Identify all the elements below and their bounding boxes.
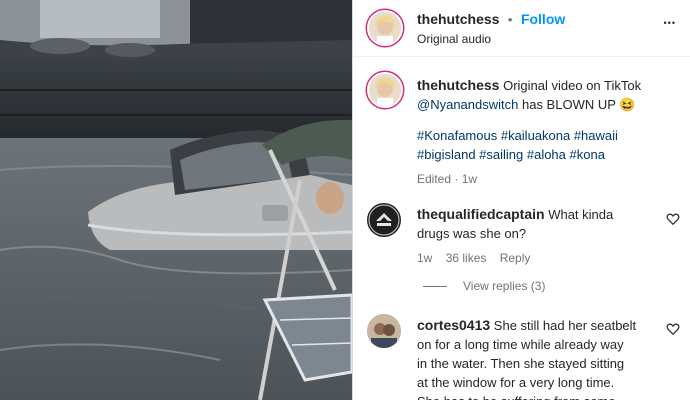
- hashtags-line-2[interactable]: #bigisland #sailing #aloha #kona: [417, 145, 685, 164]
- post-sidebar: thehutchess • Follow Original audio ••• …: [352, 0, 690, 400]
- captain-badge-icon: [368, 204, 400, 236]
- caption-text-1: Original video on TikTok: [503, 78, 642, 93]
- flooded-car-scene: [0, 0, 352, 400]
- header-separator: •: [507, 12, 513, 27]
- post-header: thehutchess • Follow Original audio •••: [353, 0, 690, 57]
- comment-text: What kinda: [548, 207, 614, 222]
- view-replies-button[interactable]: View replies (3): [463, 279, 545, 293]
- avatar-image: [367, 314, 401, 348]
- author-avatar[interactable]: [367, 10, 403, 46]
- hashtags-line-1[interactable]: #Konafamous #kailuakona #hawaii: [417, 126, 685, 145]
- caption: thehutchess Original video on TikTok @Ny…: [417, 76, 685, 189]
- commenter-avatar[interactable]: [367, 203, 401, 237]
- heart-icon[interactable]: [666, 212, 680, 226]
- comment-time: 1w: [417, 251, 433, 265]
- caption-text-2: has BLOWN UP 😆: [521, 97, 636, 112]
- comment-text-cont: in the water. Then she stayed sitting: [417, 356, 625, 371]
- heart-icon[interactable]: [666, 322, 680, 336]
- comment-likes[interactable]: 36 likes: [446, 251, 487, 265]
- comment-text-cont: She has to be suffering from some: [417, 392, 677, 400]
- audio-label[interactable]: Original audio: [417, 32, 491, 46]
- header-line: thehutchess • Follow: [417, 11, 565, 29]
- avatar-image: [369, 12, 401, 44]
- reply-button[interactable]: Reply: [500, 251, 531, 265]
- comment-1: thequalifiedcaptain What kinda drugs was…: [417, 205, 657, 268]
- caption-avatar[interactable]: [367, 72, 403, 108]
- caption-meta: Edited · 1w: [417, 172, 478, 186]
- follow-button[interactable]: Follow: [521, 11, 565, 27]
- comment-text: She still had her seatbelt: [493, 318, 637, 333]
- avatar-image: [369, 74, 401, 106]
- post-video[interactable]: [0, 0, 352, 400]
- comment-username[interactable]: thequalifiedcaptain: [417, 206, 545, 222]
- comment-meta: 1w 36 likes Reply: [417, 249, 657, 268]
- comment-2: cortes0413 She still had her seatbelt on…: [417, 316, 677, 400]
- author-username[interactable]: thehutchess: [417, 11, 499, 27]
- replies-divider: [423, 286, 447, 287]
- comment-text-cont: at the window for a very long time.: [417, 375, 615, 390]
- comment-text-cont: on for a long time while already way: [417, 337, 624, 352]
- caption-username[interactable]: thehutchess: [417, 77, 499, 93]
- comment-username[interactable]: cortes0413: [417, 317, 490, 333]
- more-icon[interactable]: •••: [664, 18, 676, 28]
- mention-link[interactable]: @Nyanandswitch: [417, 97, 518, 112]
- comment-text-cont: drugs was she on?: [417, 226, 527, 241]
- commenter-avatar[interactable]: [367, 314, 401, 348]
